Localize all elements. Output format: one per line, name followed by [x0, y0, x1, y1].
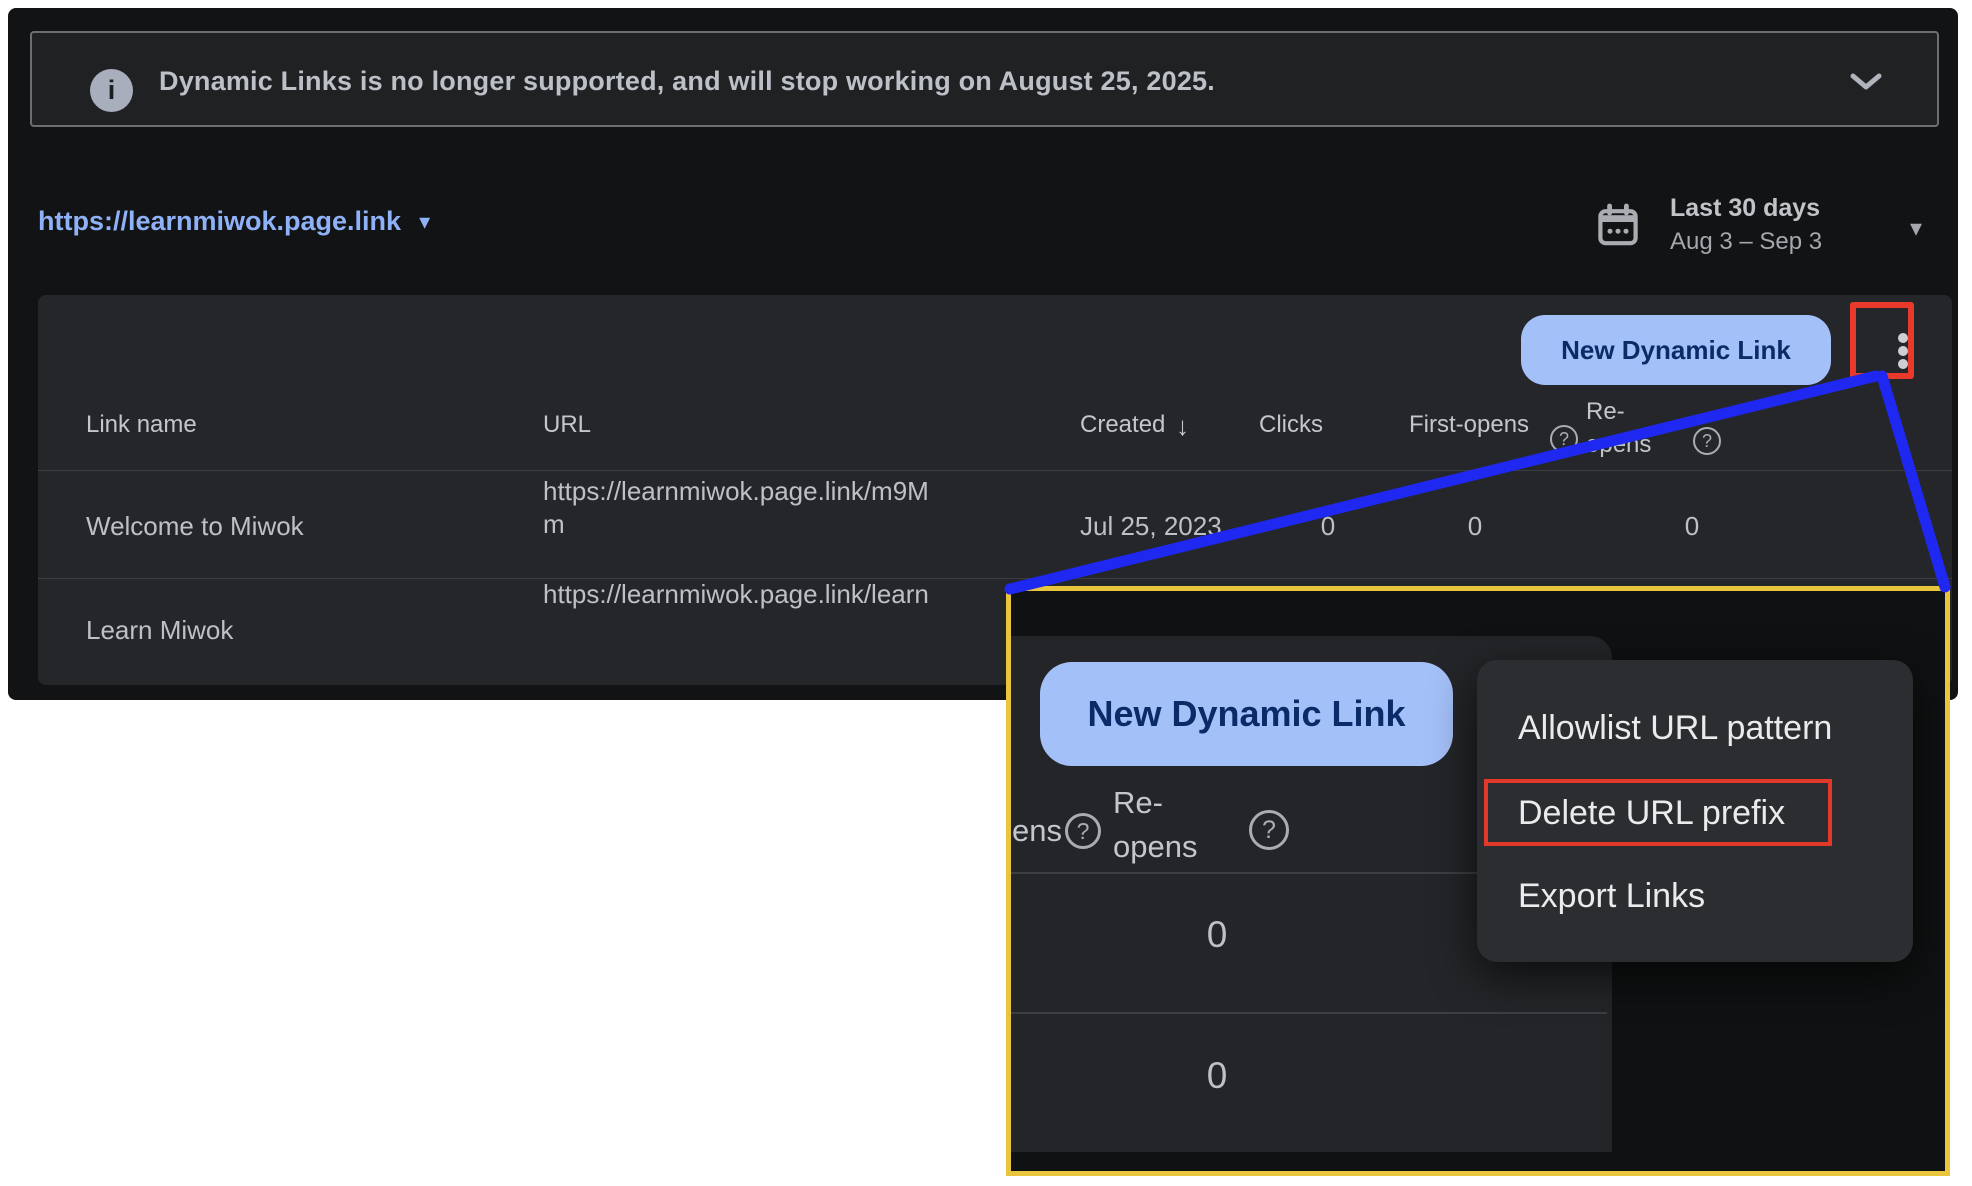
partial-first-opens-header: ens — [1012, 813, 1062, 849]
new-dynamic-link-button-magnified[interactable]: New Dynamic Link — [1040, 662, 1453, 766]
help-icon[interactable]: ? — [1065, 813, 1101, 849]
menu-item-export-links[interactable]: Export Links — [1518, 876, 1705, 916]
banner-expand-button[interactable] — [1850, 73, 1882, 96]
sort-desc-icon: ↓ — [1176, 411, 1189, 442]
link-url-cell: https://learnmiwok.page.link/learn — [543, 578, 943, 611]
info-icon: i — [90, 69, 133, 112]
divider — [38, 578, 1952, 579]
created-cell: Jul 25, 2023 — [1080, 511, 1222, 542]
column-header-url: URL — [543, 411, 591, 439]
re-opens-cell: 0 — [1662, 511, 1722, 542]
caret-down-icon: ▾ — [1910, 214, 1922, 243]
column-header-created[interactable]: Created — [1080, 411, 1165, 439]
re-opens-cell-magnified: 0 — [1177, 1055, 1257, 1097]
help-icon[interactable]: ? — [1249, 810, 1289, 850]
help-icon[interactable]: ? — [1693, 427, 1721, 455]
re-opens-cell-magnified: 0 — [1177, 914, 1257, 956]
link-name-cell: Welcome to Miwok — [86, 511, 304, 542]
column-header-link-name: Link name — [86, 411, 197, 439]
overflow-menu: Allowlist URL pattern Delete URL prefix … — [1477, 660, 1913, 962]
url-prefix-dropdown[interactable]: https://learnmiwok.page.link ▾ — [38, 206, 430, 237]
magnified-callout: New Dynamic Link ens ? Re-opens ? 0 0 Al… — [1006, 586, 1950, 1176]
column-header-first-opens: First-opens — [1409, 411, 1529, 439]
link-name-cell: Learn Miwok — [86, 615, 233, 646]
date-range-dates: Aug 3 – Sep 3 — [1670, 228, 1822, 256]
divider — [38, 470, 1952, 471]
new-dynamic-link-button[interactable]: New Dynamic Link — [1521, 315, 1831, 385]
deprecation-banner: i Dynamic Links is no longer supported, … — [30, 31, 1939, 127]
first-opens-cell: 0 — [1445, 511, 1505, 542]
caret-down-icon: ▾ — [419, 211, 430, 233]
re-opens-header-magnified: Re-opens — [1113, 781, 1213, 869]
calendar-icon — [1594, 202, 1642, 250]
menu-item-delete-url-prefix[interactable]: Delete URL prefix — [1518, 793, 1785, 833]
screenshot-root: i Dynamic Links is no longer supported, … — [0, 0, 1972, 1186]
column-header-clicks: Clicks — [1259, 411, 1323, 439]
help-icon[interactable]: ? — [1550, 425, 1578, 453]
link-url-cell: https://learnmiwok.page.link/m9Mm — [543, 475, 943, 541]
menu-item-allowlist-url-pattern[interactable]: Allowlist URL pattern — [1518, 708, 1832, 748]
column-header-re-opens: Re-opens — [1586, 395, 1668, 461]
annotation-red-box — [1850, 302, 1914, 379]
date-range-label: Last 30 days — [1670, 194, 1820, 223]
clicks-cell: 0 — [1298, 511, 1358, 542]
chevron-down-icon — [1850, 73, 1882, 91]
divider — [1006, 1012, 1607, 1014]
date-range-selector[interactable]: Last 30 days Aug 3 – Sep 3 ▾ — [1584, 194, 1944, 258]
deprecation-message: Dynamic Links is no longer supported, an… — [159, 33, 1215, 129]
url-prefix-value: https://learnmiwok.page.link — [38, 206, 401, 237]
